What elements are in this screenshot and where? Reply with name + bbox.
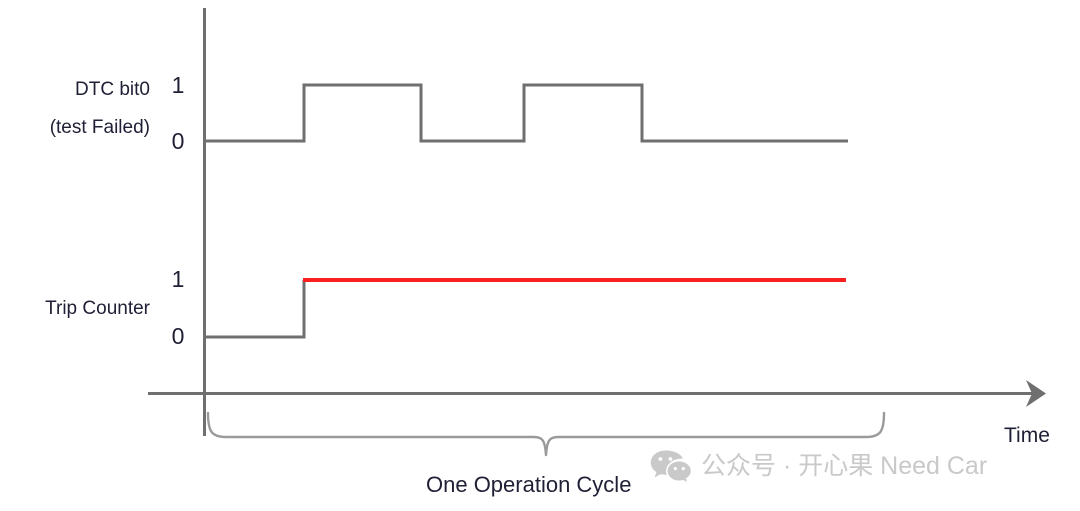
time-axis-label: Time — [1004, 424, 1050, 447]
wechat-icon-eye-1 — [658, 457, 663, 461]
wechat-icon-eye-3 — [673, 467, 677, 471]
wechat-icon — [650, 450, 692, 483]
trip-counter-level-low-label: 0 — [171, 323, 185, 349]
dtc-signal-name-line2: (test Failed) — [49, 117, 150, 138]
operation-cycle-label: One Operation Cycle — [426, 472, 632, 497]
dtc-level-high-label: 1 — [171, 72, 185, 98]
wechat-icon-eye-2 — [668, 457, 673, 461]
dtc-level-low-label: 0 — [171, 128, 185, 154]
trip-counter-signal-name: Trip Counter — [45, 298, 150, 319]
wechat-icon-eye-4 — [681, 467, 685, 471]
timing-diagram-svg — [148, 8, 1046, 457]
trip-counter-level-high-label: 1 — [171, 266, 185, 292]
wechat-icon-bubble-small — [666, 460, 692, 483]
timing-diagram-canvas: DTC bit0 (test Failed) Trip Counter 1 0 … — [0, 0, 1080, 511]
trip-counter-low-segment — [204, 280, 306, 339]
watermark: 公众号 · 开心果 Need Car — [650, 449, 987, 483]
dtc-bit0-waveform — [204, 83, 848, 143]
dtc-signal-name-line1: DTC bit0 — [75, 79, 150, 100]
watermark-text: 公众号 · 开心果 Need Car — [701, 451, 988, 480]
